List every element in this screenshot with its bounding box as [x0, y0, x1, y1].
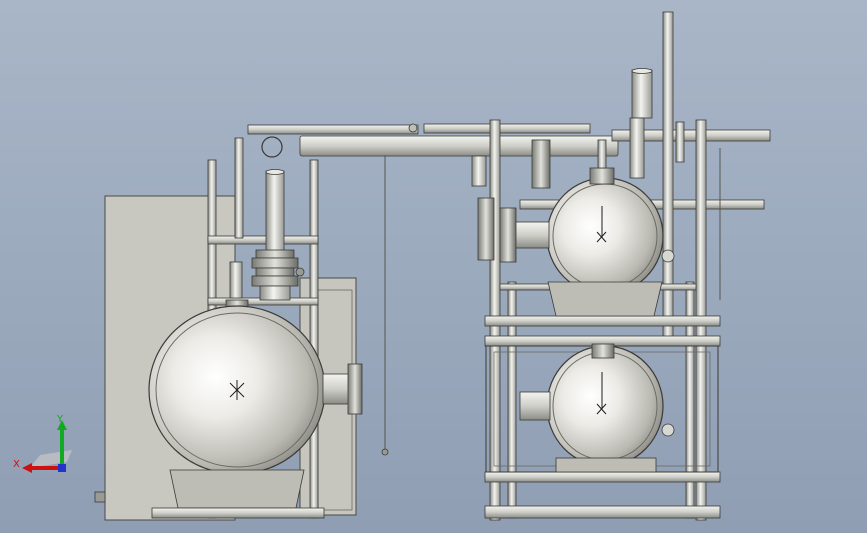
stack-pipe-wide-top	[631, 68, 653, 74]
left-tank-saddle	[169, 469, 305, 509]
triad-y-label: Y	[56, 414, 64, 425]
left-vent-pipe-a	[234, 137, 244, 239]
right-lower-top-valve	[591, 343, 615, 359]
right-upper-saddle	[547, 281, 663, 317]
left-tank-nozzle	[322, 373, 350, 405]
left-base-foot	[94, 491, 106, 503]
stack-pipe-wide	[631, 69, 653, 119]
left-unit[interactable]	[94, 137, 389, 521]
triad-x-label: X	[13, 459, 20, 470]
right-rail-bottom	[484, 505, 721, 519]
axis-triad: Y X	[13, 414, 72, 473]
stack-pipe-wide-lower	[629, 117, 645, 179]
left-vent-pipe-b-top	[265, 169, 285, 175]
left-vent-pipe-b	[265, 170, 285, 252]
right-lower-saddle	[555, 457, 657, 473]
triad-x-arrow	[22, 463, 32, 473]
cad-viewport[interactable]: Y X	[0, 0, 867, 533]
right-rail-lower	[484, 471, 721, 483]
model-scene[interactable]	[0, 0, 867, 533]
right-gauge-1[interactable]	[661, 249, 675, 263]
stack-pipe-tall	[662, 11, 674, 343]
upper-header-gap-ring	[408, 123, 418, 133]
triad-origin	[58, 464, 66, 472]
right-upper-top-stem	[597, 139, 607, 169]
right-upper-top-valve	[589, 167, 615, 185]
left-base-rail	[151, 507, 325, 519]
right-gauge-2[interactable]	[661, 423, 675, 437]
left-frame-rail-top	[207, 235, 319, 245]
left-valve-stack[interactable]	[251, 249, 305, 301]
right-lower-tank[interactable]	[546, 345, 664, 467]
main-header-pipe	[299, 135, 619, 157]
left-drain-tip	[381, 448, 389, 456]
upper-header-pipe	[247, 124, 419, 135]
right-upper-nozzle	[514, 221, 550, 249]
right-unit[interactable]	[471, 119, 721, 521]
left-pipe-ring	[261, 136, 283, 158]
right-side-valve-a[interactable]	[477, 197, 495, 261]
right-top-valve[interactable]	[531, 139, 551, 189]
right-upper-tank[interactable]	[546, 177, 664, 295]
left-tank-nozzle-flange	[347, 363, 363, 415]
right-rail-upper	[484, 315, 721, 327]
right-gauge-stem	[675, 121, 685, 163]
upper-header-pipe-right	[423, 123, 591, 134]
right-side-valve-b[interactable]	[471, 155, 487, 187]
right-upper-nozzle-flange	[499, 207, 517, 263]
left-frame-post-2	[309, 159, 319, 519]
right-lower-nozzle	[519, 391, 551, 421]
